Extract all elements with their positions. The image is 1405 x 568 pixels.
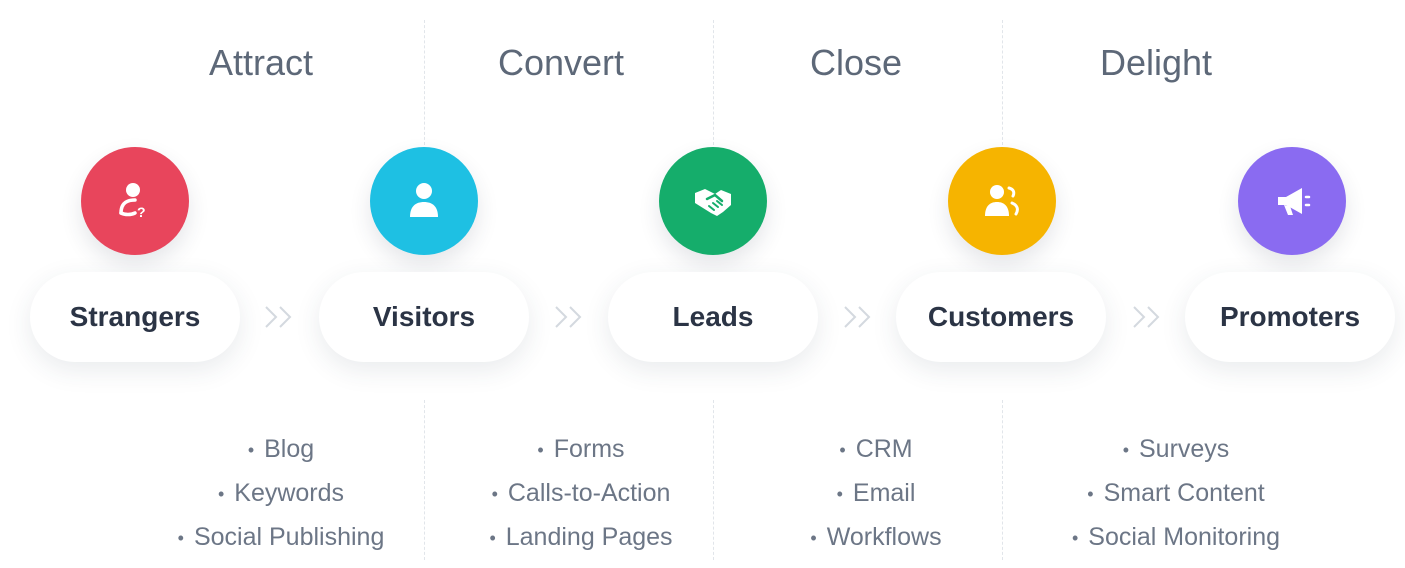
leads-circle xyxy=(659,147,767,255)
stage-title-convert: Convert xyxy=(497,42,625,83)
attract-tools-list: Blog Keywords Social Publishing xyxy=(131,428,431,560)
persona-pill-leads: Leads xyxy=(608,272,818,362)
megaphone-icon xyxy=(1278,188,1311,215)
strangers-circle: ? xyxy=(81,147,189,255)
stage-title-close: Close xyxy=(809,42,903,83)
persona-pill-strangers: Strangers xyxy=(30,272,240,362)
list-item: Surveys xyxy=(1026,428,1326,472)
list-item: Smart Content xyxy=(1026,472,1326,516)
svg-text:?: ? xyxy=(137,204,146,220)
promoters-circle xyxy=(1238,147,1346,255)
column-divider-1 xyxy=(424,20,425,145)
persona-label: Customers xyxy=(927,301,1075,332)
people-icon xyxy=(985,185,1019,216)
delight-tools-list: Surveys Smart Content Social Monitoring xyxy=(1026,428,1326,560)
person-icon xyxy=(410,183,438,217)
close-tools-list: CRM Email Workflows xyxy=(726,428,1026,560)
column-divider-3 xyxy=(1002,20,1003,145)
person-question-icon: ? xyxy=(119,183,146,220)
double-chevron-icon xyxy=(1133,306,1160,328)
convert-tools-list: Forms Calls-to-Action Landing Pages xyxy=(431,428,731,560)
stage-title-attract: Attract xyxy=(208,42,314,83)
persona-pill-customers: Customers xyxy=(896,272,1106,362)
stage-title-delight: Delight xyxy=(1099,42,1213,83)
double-chevron-icon xyxy=(555,306,582,328)
double-chevron-icon xyxy=(844,306,871,328)
list-item: Keywords xyxy=(131,472,431,516)
column-divider-2 xyxy=(713,20,714,145)
persona-label: Promoters xyxy=(1219,301,1361,332)
customers-circle xyxy=(948,147,1056,255)
double-chevron-icon xyxy=(265,306,292,328)
persona-pill-promoters: Promoters xyxy=(1185,272,1395,362)
persona-label: Strangers xyxy=(69,301,201,332)
list-item: Social Publishing xyxy=(131,516,431,560)
list-item: Social Monitoring xyxy=(1026,516,1326,560)
handshake-icon xyxy=(695,189,731,216)
list-item: Workflows xyxy=(726,516,1026,560)
persona-label: Leads xyxy=(672,301,754,332)
visitors-circle xyxy=(370,147,478,255)
list-item: Forms xyxy=(431,428,731,472)
list-item: CRM xyxy=(726,428,1026,472)
persona-label: Visitors xyxy=(372,301,476,332)
list-item: Email xyxy=(726,472,1026,516)
persona-pill-visitors: Visitors xyxy=(319,272,529,362)
list-item: Blog xyxy=(131,428,431,472)
list-item: Calls-to-Action xyxy=(431,472,731,516)
list-item: Landing Pages xyxy=(431,516,731,560)
